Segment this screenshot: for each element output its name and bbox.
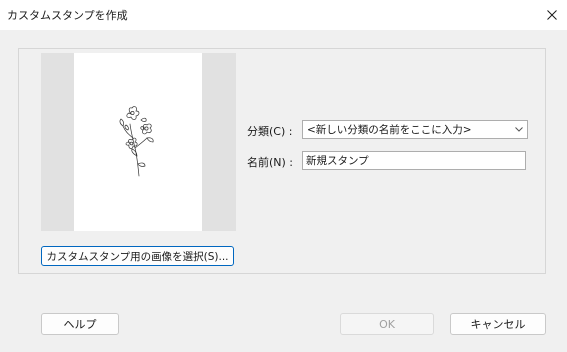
window-title: カスタムスタンプを作成 — [7, 9, 128, 22]
category-value: <新しい分類の名前をここに入力> — [307, 124, 472, 136]
close-icon — [547, 10, 557, 20]
category-label: 分類(C) : — [247, 125, 293, 138]
stamp-preview — [41, 53, 236, 231]
title-bar: カスタムスタンプを作成 — [0, 0, 567, 30]
name-label: 名前(N) : — [247, 156, 294, 169]
ok-button[interactable]: OK — [340, 313, 434, 335]
cancel-button[interactable]: キャンセル — [450, 313, 546, 335]
name-field[interactable] — [302, 151, 526, 170]
category-select[interactable]: <新しい分類の名前をここに入力> — [302, 120, 528, 139]
flower-sketch-icon — [119, 106, 154, 177]
close-button[interactable] — [537, 0, 567, 30]
select-image-button[interactable]: カスタムスタンプ用の画像を選択(S)... — [41, 246, 234, 266]
help-button[interactable]: ヘルプ — [41, 313, 119, 335]
chevron-down-icon — [511, 122, 527, 138]
preview-paper — [74, 53, 202, 231]
